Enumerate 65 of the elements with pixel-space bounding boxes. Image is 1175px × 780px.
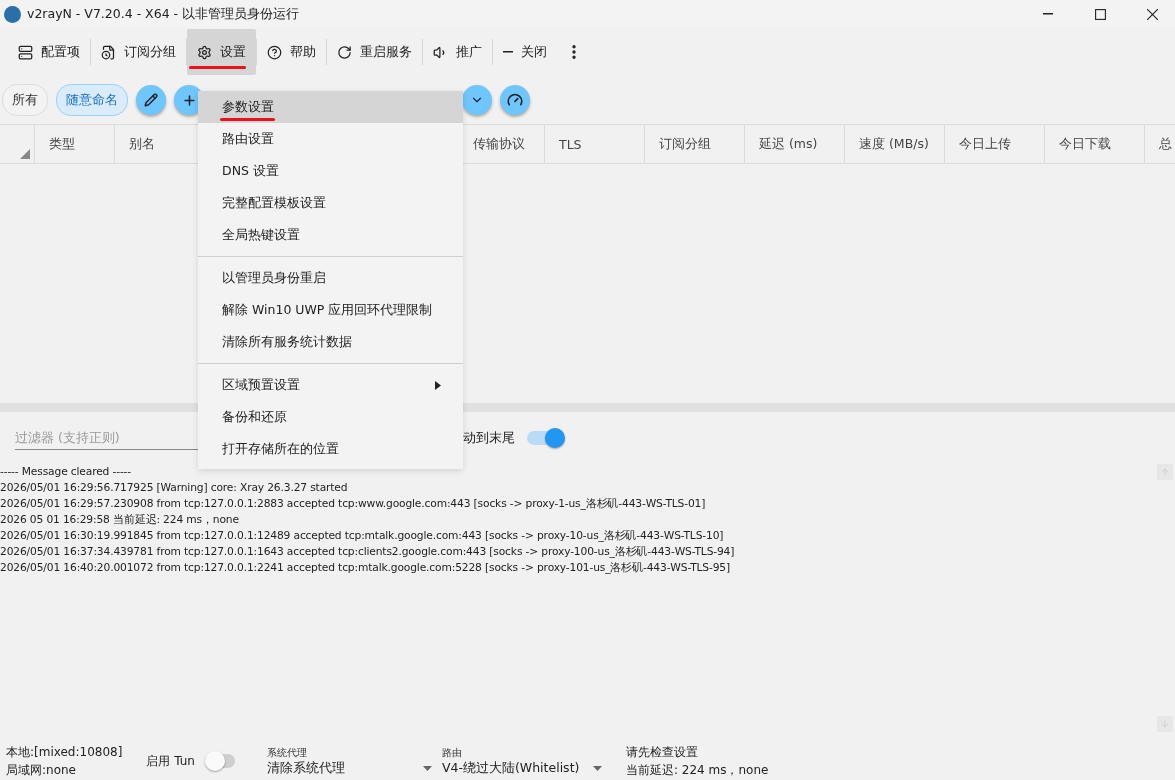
close-icon	[1146, 8, 1158, 20]
autoscroll-label: 动到末尾	[463, 429, 515, 447]
system-proxy-caption: 系统代理	[266, 745, 308, 760]
system-proxy-dropdown[interactable]: 清除系统代理	[266, 759, 432, 777]
menu-item[interactable]: DNS 设置	[198, 155, 463, 187]
tun-label: 启用 Tun	[146, 753, 195, 770]
pencil-icon	[144, 93, 158, 107]
column-header[interactable]: 速度 (MB/s)	[845, 125, 945, 163]
submenu-arrow-icon	[435, 380, 441, 390]
menu-item[interactable]: 清除所有服务统计数据	[198, 326, 463, 358]
menu-item[interactable]: 全局热键设置	[198, 219, 463, 251]
routing-caption: 路由	[441, 745, 463, 760]
refresh-icon	[337, 44, 352, 60]
toolbar-button[interactable]: 关闭	[493, 29, 557, 75]
log-line: 2026/05/01 16:37:34.439781 from tcp:127.0.0.1:1643 accepted tcp:clients2.google.com:443 [socks -> proxy-100-us_洛杉矶-443-WS-TLS-94]	[0, 544, 735, 560]
toolbar-button[interactable]: 订阅分组	[91, 29, 186, 75]
minimize-icon	[1043, 13, 1053, 15]
minus-icon	[503, 51, 513, 53]
edit-button[interactable]	[136, 85, 166, 115]
toolbar-button[interactable]: 推广	[423, 29, 492, 75]
lan-text: 局域网:none	[6, 762, 77, 779]
menu-item[interactable]: 参数设置	[198, 91, 463, 123]
caret-icon	[592, 765, 602, 771]
toolbar-button[interactable]: 设置	[187, 29, 256, 75]
column-header[interactable]: 今日上传	[945, 125, 1045, 163]
column-header[interactable]: TLS	[545, 125, 645, 163]
group-tab[interactable]: 所有	[2, 84, 48, 116]
column-header[interactable]: 延迟 (ms)	[745, 125, 845, 163]
maximize-icon	[1094, 8, 1106, 20]
caret-icon	[422, 765, 432, 771]
column-header[interactable]: 今日下载	[1045, 125, 1145, 163]
file-clock-icon	[101, 44, 116, 60]
latency-text: 当前延迟: 224 ms，none	[625, 762, 769, 779]
menu-item[interactable]: 解除 Win10 UWP 应用回环代理限制	[198, 294, 463, 326]
notice-text: 请先检查设置	[625, 744, 699, 761]
group-tab[interactable]: 随意命名	[56, 84, 128, 116]
menu-item[interactable]: 区域预置设置	[198, 369, 463, 401]
toolbar-button[interactable]: 配置项	[8, 29, 90, 75]
gauge-icon	[507, 92, 523, 108]
app-logo-icon	[4, 5, 21, 23]
routing-dropdown[interactable]: V4-绕过大陆(Whitelist)	[441, 759, 602, 777]
log-line: ----- Message cleared -----	[0, 464, 132, 480]
column-header[interactable]: 总	[1145, 125, 1175, 163]
log-line: 2026/05/01 16:29:56.717925 [Warning] core: Xray 26.3.27 started	[0, 480, 348, 496]
menu-item[interactable]: 完整配置模板设置	[198, 187, 463, 219]
local-port-text: 本地:[mixed:10808]	[6, 744, 123, 761]
window-title: v2rayN - V7.20.4 - X64 - 以非管理员身份运行	[27, 5, 301, 23]
log-line: 2026/05/01 16:40:20.001072 from tcp:127.0.0.1:2241 accepted tcp:mtalk.google.com:5228 [socks -> proxy-101-us_洛杉矶-443-WS-TLS-95]	[0, 560, 730, 576]
column-header[interactable]: 类型	[35, 125, 115, 163]
log-line: 2026 05 01 16:29:58 当前延迟: 224 ms，none	[0, 512, 239, 528]
menu-item[interactable]: 路由设置	[198, 123, 463, 155]
settings-icon	[197, 44, 212, 60]
log-line: 2026/05/01 16:30:19.991845 from tcp:127.0.0.1:12489 accepted tcp:mtalk.google.com:443 [socks -> proxy-10-us_洛杉矶-443-WS-TLS-10]	[0, 528, 724, 544]
log-line: 2026/05/01 16:29:57.230908 from tcp:127.0.0.1:2883 accepted tcp:www.google.com:443 [socks -> proxy-1-us_洛杉矶-443-WS-TLS-01]	[0, 496, 706, 512]
corner-triangle-icon	[20, 149, 30, 159]
column-header[interactable]: 订阅分组	[645, 125, 745, 163]
toolbar-button[interactable]: 重启服务	[327, 29, 422, 75]
help-icon	[267, 44, 282, 60]
toolbar-button[interactable]: 帮助	[257, 29, 326, 75]
tun-switch[interactable]	[208, 754, 235, 768]
dropdown-button[interactable]	[462, 85, 492, 115]
server-icon	[18, 44, 33, 60]
menu-item[interactable]: 以管理员身份重启	[198, 262, 463, 294]
plus-icon	[181, 92, 197, 108]
speed-test-button[interactable]	[500, 85, 530, 115]
